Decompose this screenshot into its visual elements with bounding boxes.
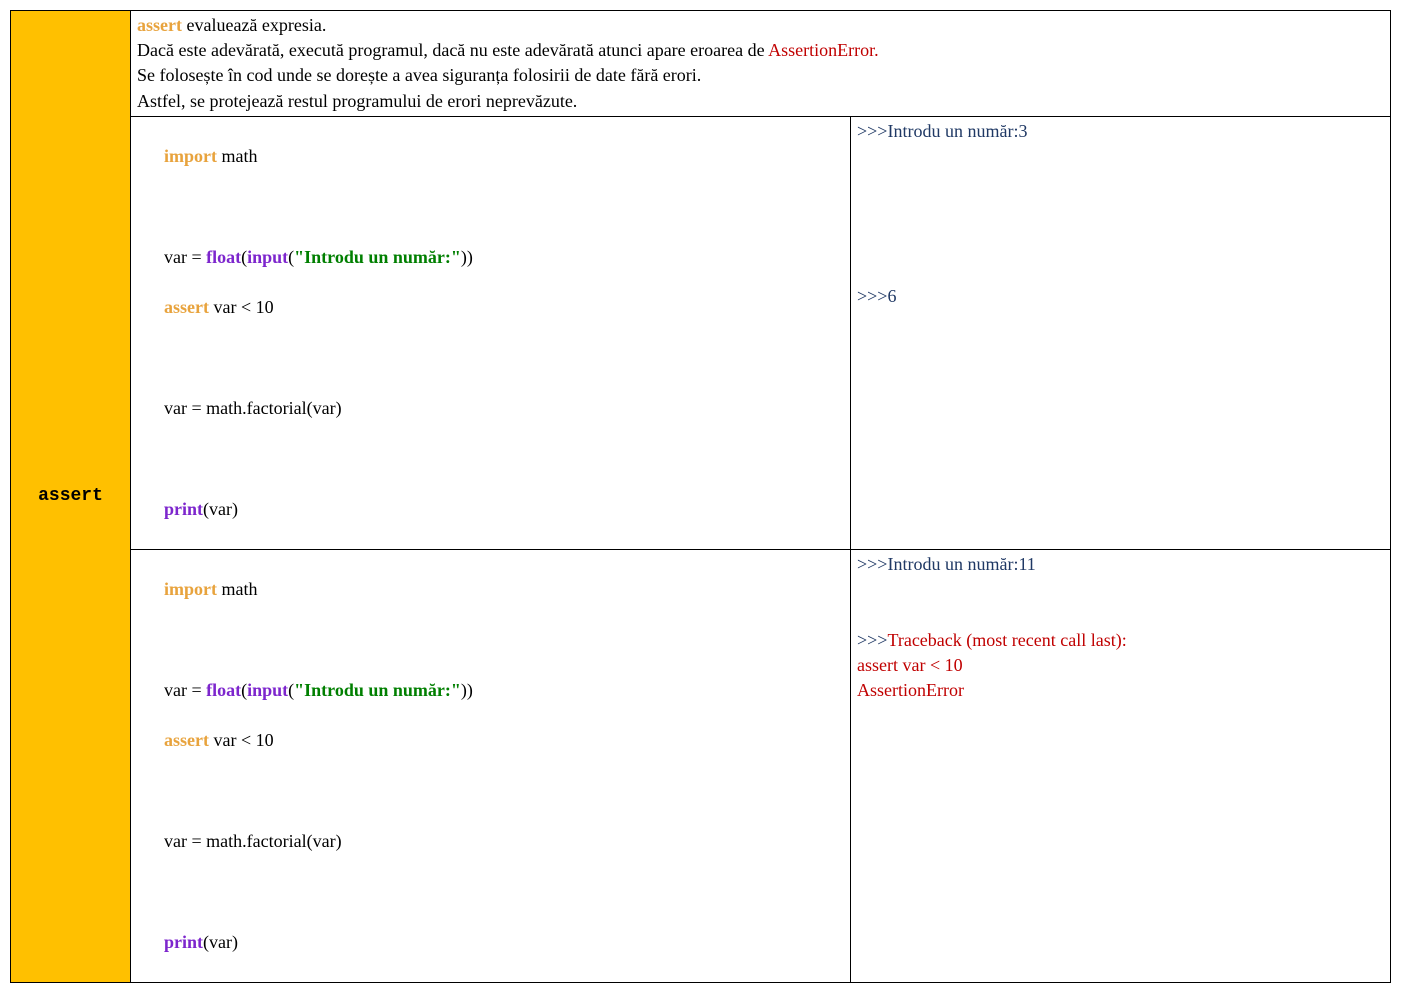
- code-input-kw: input: [247, 247, 288, 267]
- code-import-kw: import: [164, 579, 217, 599]
- code-float-kw: float: [206, 680, 241, 700]
- desc-line2a: Dacă este adevărată, execută programul, …: [137, 40, 768, 60]
- example2-code-cell: import math var = float(input("Introdu u…: [131, 549, 851, 982]
- assert-reference-table: assert assert evaluează expresia. Dacă e…: [10, 10, 1391, 983]
- code-input-kw: input: [247, 680, 288, 700]
- out-result-6: 6: [887, 286, 896, 306]
- desc-line4: Astfel, se protejează restul programului…: [137, 91, 577, 111]
- example1-output-cell: >>>Introdu un număr:3 >>>6: [851, 116, 1391, 549]
- desc-assert-kw: assert: [137, 15, 182, 35]
- code-var-eq: var =: [164, 247, 206, 267]
- code-float-kw: float: [206, 247, 241, 267]
- out-prompt: >>>: [857, 554, 887, 574]
- out-prompt: >>>: [857, 121, 887, 141]
- code-string-lit: "Introdu un număr:": [294, 680, 461, 700]
- code-print-kw: print: [164, 932, 203, 952]
- code-assert-expr: var < 10: [209, 730, 274, 750]
- description-cell: assert evaluează expresia. Dacă este ade…: [131, 11, 1391, 117]
- example1-code-cell: import math var = float(input("Introdu u…: [131, 116, 851, 549]
- out-input-11: Introdu un număr:11: [887, 554, 1035, 574]
- keyword-cell: assert: [11, 11, 131, 983]
- code-factorial: var = math.factorial(var): [164, 398, 342, 418]
- code-import-mod: math: [217, 146, 258, 166]
- code-assert-kw: assert: [164, 297, 209, 317]
- desc-line3: Se folosește în cod unde se dorește a av…: [137, 65, 701, 85]
- out-prompt: >>>: [857, 286, 887, 306]
- out-traceback: Traceback (most recent call last):: [887, 630, 1126, 650]
- desc-line1-rest: evaluează expresia.: [182, 15, 326, 35]
- code-print-kw: print: [164, 499, 203, 519]
- code-string-lit: "Introdu un număr:": [294, 247, 461, 267]
- code-import-kw: import: [164, 146, 217, 166]
- code-print-arg: (var): [203, 499, 238, 519]
- keyword-label: assert: [38, 486, 103, 506]
- code-import-mod: math: [217, 579, 258, 599]
- code-var-eq: var =: [164, 680, 206, 700]
- code-close-parens: )): [461, 680, 473, 700]
- desc-assertion-error: AssertionError.: [768, 40, 878, 60]
- out-error-line: assert var < 10: [857, 655, 963, 675]
- example2-output-cell: >>>Introdu un număr:11 >>>Traceback (mos…: [851, 549, 1391, 982]
- code-factorial: var = math.factorial(var): [164, 831, 342, 851]
- out-assertion-error: AssertionError: [857, 680, 964, 700]
- code-close-parens: )): [461, 247, 473, 267]
- code-assert-kw: assert: [164, 730, 209, 750]
- code-assert-expr: var < 10: [209, 297, 274, 317]
- out-input-3: Introdu un număr:3: [887, 121, 1027, 141]
- code-print-arg: (var): [203, 932, 238, 952]
- out-prompt: >>>: [857, 630, 887, 650]
